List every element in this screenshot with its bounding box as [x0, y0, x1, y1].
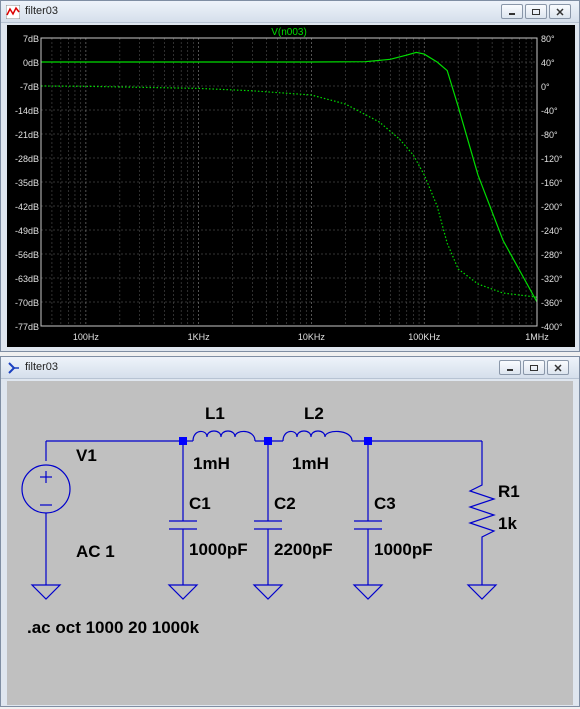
y-left-tick-label: -63dB [15, 274, 39, 284]
r1-label[interactable]: R1 [498, 482, 520, 501]
restore-button[interactable] [525, 4, 547, 19]
y-right-tick-label: -320° [541, 274, 563, 284]
plot-window: filter03 7dB 0dB -7dB -14dB -21dB -28dB -35dB -… [0, 0, 580, 352]
schematic-drawing[interactable]: V1 AC 1 L1 1mH L2 1mH C1 1000pF C2 2200p… [7, 381, 573, 705]
close-button[interactable] [549, 4, 571, 19]
minimize-icon [507, 368, 513, 371]
y-left-tick-label: -14dB [15, 106, 39, 116]
ground-symbol [30, 584, 62, 600]
schematic-canvas[interactable]: V1 AC 1 L1 1mH L2 1mH C1 1000pF C2 2200p… [7, 381, 573, 705]
magnitude-trace [41, 51, 538, 303]
y-left-tick-label: -28dB [15, 154, 39, 164]
restore-icon [532, 8, 540, 15]
y-left-tick-label: 7dB [23, 34, 39, 44]
c3-value[interactable]: 1000pF [374, 540, 433, 559]
y-right-tick-label: -240° [541, 226, 563, 236]
l2-value[interactable]: 1mH [292, 454, 329, 473]
inductor-l1[interactable] [192, 430, 256, 442]
inductor-l2[interactable] [282, 430, 353, 442]
y-right-tick-label: -160° [541, 178, 563, 188]
y-right-tick-label: -200° [541, 202, 563, 212]
ground-symbol [252, 584, 284, 600]
x-tick-label: 100KHz [408, 332, 441, 342]
ground-symbol [466, 584, 498, 600]
y-right-tick-label: 0° [541, 82, 550, 92]
y-left-tick-label: -42dB [15, 202, 39, 212]
y-right-tick-label: -360° [541, 298, 563, 308]
schematic-app-icon [8, 362, 19, 374]
c2-label[interactable]: C2 [274, 494, 296, 513]
bode-chart[interactable]: 7dB 0dB -7dB -14dB -21dB -28dB -35dB -42dB -49dB… [7, 25, 575, 347]
chart-title: V(n003) [271, 27, 307, 38]
y-left-tick-label: -77dB [15, 322, 39, 332]
minimize-icon [509, 12, 515, 15]
phase-trace [40, 85, 538, 298]
close-icon [556, 7, 564, 16]
schematic-window-title: filter03 [25, 361, 59, 373]
schematic-window-titlebar[interactable]: filter03 [1, 357, 579, 379]
c1-value[interactable]: 1000pF [189, 540, 248, 559]
y-right-tick-label: -80° [541, 130, 558, 140]
y-left-tick-label: -70dB [15, 298, 39, 308]
close-icon [554, 363, 562, 372]
minimize-button[interactable] [501, 4, 523, 19]
close-button[interactable] [547, 360, 569, 375]
l1-value[interactable]: 1mH [193, 454, 230, 473]
c1-label[interactable]: C1 [189, 494, 211, 513]
y-left-tick-label: -7dB [20, 82, 39, 92]
junction-dot [364, 437, 372, 445]
waveform-app-icon [6, 5, 20, 19]
ground-symbol [352, 584, 384, 600]
x-tick-label: 1MHz [525, 332, 549, 342]
l1-label[interactable]: L1 [205, 404, 225, 423]
y-right-tick-label: -120° [541, 154, 563, 164]
y-left-tick-label: -49dB [15, 226, 39, 236]
c2-value[interactable]: 2200pF [274, 540, 333, 559]
resistor-r1[interactable] [468, 477, 496, 545]
plot-window-title: filter03 [25, 5, 59, 17]
y-right-tick-label: -40° [541, 106, 558, 116]
ground-symbol [167, 584, 199, 600]
spice-directive[interactable]: .ac oct 1000 20 1000k [27, 618, 200, 637]
plot-window-titlebar[interactable]: filter03 [1, 1, 579, 23]
x-tick-label: 10KHz [298, 332, 326, 342]
y-right-tick-label: -280° [541, 250, 563, 260]
y-left-tick-label: -56dB [15, 250, 39, 260]
y-right-tick-label: 80° [541, 34, 555, 44]
restore-button[interactable] [523, 360, 545, 375]
waveform-plot[interactable]: 7dB 0dB -7dB -14dB -21dB -28dB -35dB -42dB -49dB… [7, 25, 575, 347]
r1-value[interactable]: 1k [498, 514, 517, 533]
v1-value[interactable]: AC 1 [76, 542, 115, 561]
minimize-button[interactable] [499, 360, 521, 375]
restore-icon [530, 364, 538, 371]
x-tick-label: 100Hz [73, 332, 100, 342]
y-left-tick-label: -35dB [15, 178, 39, 188]
y-left-tick-label: 0dB [23, 58, 39, 68]
x-tick-label: 1KHz [188, 332, 211, 342]
v1-label[interactable]: V1 [76, 446, 97, 465]
y-left-tick-label: -21dB [15, 130, 39, 140]
junction-dot [264, 437, 272, 445]
y-right-tick-label: -400° [541, 322, 563, 332]
junction-dot [179, 437, 187, 445]
schematic-window: filter03 V1 AC 1 L1 1mH L2 1mH C1 1000pF… [0, 356, 580, 707]
y-right-tick-label: 40° [541, 58, 555, 68]
l2-label[interactable]: L2 [304, 404, 324, 423]
c3-label[interactable]: C3 [374, 494, 396, 513]
